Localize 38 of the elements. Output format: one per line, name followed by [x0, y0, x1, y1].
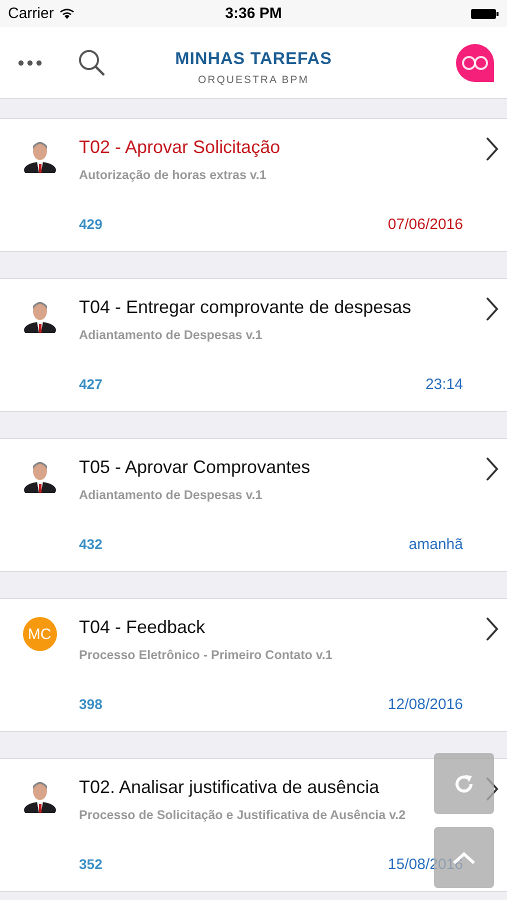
task-title: T02 - Aprovar Solicitação [79, 137, 282, 158]
clock: 3:36 PM [225, 5, 282, 22]
logo-icon[interactable] [455, 42, 495, 82]
due-date: 07/06/2016 [388, 216, 463, 233]
task-title: T02. Analisar justificativa de ausência [79, 777, 380, 798]
task-card[interactable]: T02 - Aprovar Solicitação Autorização de horas extras v.1 429 07/06/2016 [0, 118, 507, 252]
task-number: 432 [79, 536, 102, 553]
task-card[interactable]: MC T04 - Feedback Processo Eletrônico - Primeiro Contato v.1 398 12/08/2016 [0, 598, 507, 732]
task-number: 427 [79, 376, 102, 393]
page-title: MINHAS TAREFAS [175, 49, 332, 69]
task-title: T04 - Feedback [79, 617, 206, 638]
chevron-right-icon[interactable] [485, 457, 499, 481]
process-name: Processo de Solicitação e Justificativa de Ausência v.2 [79, 808, 407, 822]
task-number: 429 [79, 216, 102, 233]
battery-icon [471, 8, 499, 20]
process-name: Adiantamento de Despesas v.1 [79, 328, 264, 342]
process-name: Processo Eletrônico - Primeiro Contato v.1 [79, 648, 334, 662]
task-number: 398 [79, 696, 102, 713]
task-number: 352 [79, 856, 102, 873]
task-title: T05 - Aprovar Comprovantes [79, 457, 312, 478]
task-card[interactable]: T05 - Aprovar Comprovantes Adiantamento de Despesas v.1 432 amanhã [0, 438, 507, 572]
wifi-icon [58, 8, 75, 20]
task-card[interactable]: T04 - Entregar comprovante de despesas Adiantamento de Despesas v.1 427 23:14 [0, 278, 507, 412]
carrier-label: Carrier [8, 5, 54, 22]
chevron-right-icon[interactable] [485, 617, 499, 641]
process-name: Autorização de horas extras v.1 [79, 168, 268, 182]
due-date: amanhã [408, 536, 463, 553]
search-icon[interactable] [78, 48, 106, 76]
due-date: 23:14 [425, 376, 463, 393]
more-icon[interactable] [18, 60, 42, 66]
task-title: T04 - Entregar comprovante de despesas [79, 297, 412, 318]
process-name: Adiantamento de Despesas v.1 [79, 488, 264, 502]
chevron-right-icon[interactable] [485, 297, 499, 321]
page-subtitle: ORQUESTRA BPM [198, 74, 310, 86]
refresh-icon [453, 772, 475, 794]
avatar: MC [22, 617, 56, 651]
chevron-right-icon[interactable] [485, 137, 499, 161]
due-date: 12/08/2016 [388, 696, 463, 713]
